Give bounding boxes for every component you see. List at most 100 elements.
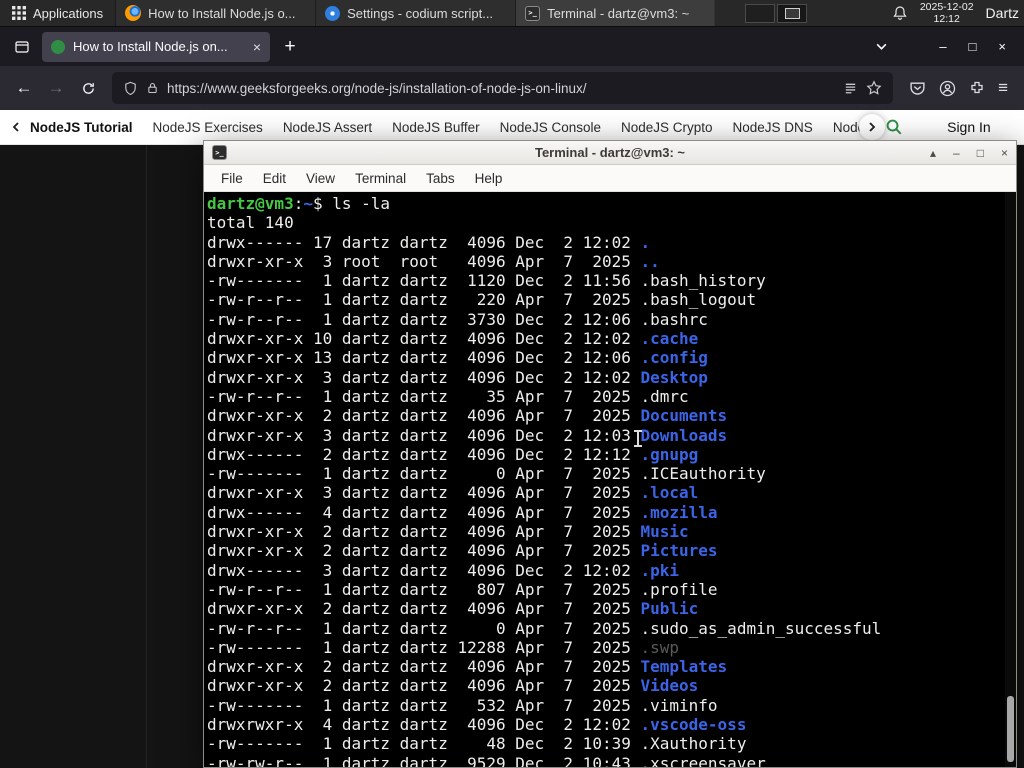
window-taskbar: How to Install Node.js o... Settings - c… [115, 0, 716, 26]
terminal-title-bar[interactable]: Terminal - dartz@vm3: ~ ▴ – □ × [204, 141, 1016, 165]
browser-window-controls: – □ × [929, 39, 1016, 54]
browser-tab-active[interactable]: How to Install Node.js on... × [42, 31, 270, 62]
applications-label: Applications [33, 5, 104, 21]
sign-in-button[interactable]: Sign In [947, 119, 991, 135]
chevron-left-icon [12, 122, 19, 132]
terminal-listing-line: drwxr-xr-x 2 dartz dartz 4096 Apr 7 2025… [207, 657, 728, 677]
terminal-listing-line: drwx------ 4 dartz dartz 4096 Apr 7 2025… [207, 502, 718, 522]
taskbar-item-firefox[interactable]: How to Install Node.js o... [115, 0, 316, 26]
browser-tab-bar: How to Install Node.js on... × + – □ × [0, 27, 1024, 66]
terminal-listing-line: -rw------- 1 dartz dartz 0 Apr 7 2025 .I… [207, 464, 766, 484]
terminal-listing-line: drwxr-xr-x 2 dartz dartz 4096 Apr 7 2025… [207, 541, 718, 561]
taskbar-item-terminal[interactable]: Terminal - dartz@vm3: ~ [515, 0, 716, 26]
terminal-scrollbar[interactable] [1005, 192, 1016, 767]
terminal-listing-line: -rw------- 1 dartz dartz 48 Dec 2 10:39 … [207, 734, 747, 754]
site-nav-item-exercises[interactable]: NodeJS Exercises [153, 120, 263, 135]
terminal-prompt-line: dartz@vm3:~$ ls -la [207, 194, 391, 213]
site-nav-item-crypto[interactable]: NodeJS Crypto [621, 120, 713, 135]
terminal-listing-line: drwx------ 3 dartz dartz 4096 Dec 2 12:0… [207, 560, 680, 580]
site-nav-item-tutorial[interactable]: NodeJS Tutorial [30, 120, 133, 135]
lock-icon[interactable] [146, 81, 159, 95]
terminal-listing-line: -rw-r--r-- 1 dartz dartz 220 Apr 7 2025 … [207, 290, 757, 310]
reload-button[interactable] [72, 72, 104, 104]
panel-tray: 2025-12-02 12:12 Dartz [892, 0, 1024, 26]
nav-scroll-left-button[interactable] [10, 121, 22, 133]
close-button[interactable]: × [1001, 146, 1008, 160]
terminal-listing-line: drwx------ 17 dartz dartz 4096 Dec 2 12:… [207, 232, 651, 252]
terminal-total-line: total 140 [207, 213, 294, 233]
menu-file[interactable]: File [211, 171, 253, 186]
nav-scroll-right-button[interactable] [859, 114, 886, 140]
mouse-cursor [634, 430, 642, 447]
terminal-listing-line: drwxr-xr-x 13 dartz dartz 4096 Dec 2 12:… [207, 348, 708, 368]
menu-view[interactable]: View [296, 171, 345, 186]
terminal-listing-line: drwx------ 2 dartz dartz 4096 Dec 2 12:1… [207, 444, 699, 464]
chevron-down-icon [876, 43, 887, 50]
workspace-2[interactable] [777, 3, 808, 23]
site-nav-item-buffer[interactable]: NodeJS Buffer [392, 120, 480, 135]
terminal-listing-line: -rw-r--r-- 1 dartz dartz 0 Apr 7 2025 .s… [207, 618, 882, 638]
clock[interactable]: 2025-12-02 12:12 [920, 1, 974, 25]
hamburger-menu-icon[interactable]: ≡ [998, 78, 1008, 98]
terminal-listing-line: drwxr-xr-x 2 dartz dartz 4096 Apr 7 2025… [207, 406, 728, 426]
terminal-listing-line: drwxr-xr-x 3 dartz dartz 4096 Apr 7 2025… [207, 483, 699, 503]
applications-menu-button[interactable]: Applications [0, 0, 115, 26]
user-menu[interactable]: Dartz [986, 5, 1019, 21]
extensions-puzzle-icon[interactable] [969, 80, 985, 96]
minimize-button[interactable]: – [939, 39, 946, 54]
menu-edit[interactable]: Edit [253, 171, 296, 186]
pocket-icon[interactable] [909, 80, 926, 97]
tab-close-icon[interactable]: × [253, 39, 261, 55]
site-nav-item-assert[interactable]: NodeJS Assert [283, 120, 372, 135]
search-icon [886, 119, 902, 135]
firefox-icon [125, 5, 142, 21]
settings-icon [325, 5, 341, 21]
bookmark-star-icon[interactable] [866, 80, 882, 96]
terminal-content[interactable]: dartz@vm3:~$ ls -la total 140 drwx------ 1… [204, 192, 1016, 767]
menu-help[interactable]: Help [465, 171, 513, 186]
terminal-listing-line: -rw-r--r-- 1 dartz dartz 807 Apr 7 2025 … [207, 579, 718, 599]
maximize-button[interactable]: □ [977, 146, 984, 160]
terminal-window-controls: ▴ – □ × [930, 146, 1008, 160]
url-bar[interactable]: https://www.geeksforgeeks.org/node-js/in… [112, 72, 894, 104]
minimize-button[interactable]: – [953, 146, 960, 160]
workspace-1[interactable] [745, 3, 776, 23]
terminal-scrollbar-thumb[interactable] [1007, 696, 1014, 762]
tracking-shield-icon[interactable] [123, 81, 138, 96]
back-button[interactable]: ← [8, 72, 40, 104]
taskbar-item-settings[interactable]: Settings - codium script... [315, 0, 516, 26]
site-nav-item-console[interactable]: NodeJS Console [500, 120, 601, 135]
terminal-listing-line: -rw------- 1 dartz dartz 1120 Dec 2 11:5… [207, 271, 766, 291]
terminal-listing-line: -rw------- 1 dartz dartz 12288 Apr 7 202… [207, 637, 680, 657]
site-search-button[interactable] [885, 118, 903, 136]
chevron-right-icon [869, 122, 876, 132]
list-all-tabs-button[interactable] [867, 33, 895, 61]
terminal-listing-line: -rw------- 1 dartz dartz 532 Apr 7 2025 … [207, 695, 718, 715]
terminal-listing-line: drwxr-xr-x 2 dartz dartz 4096 Apr 7 2025… [207, 599, 699, 619]
terminal-listing-line: -rw-r--r-- 1 dartz dartz 3730 Dec 2 12:0… [207, 309, 708, 329]
menu-terminal[interactable]: Terminal [345, 171, 416, 186]
terminal-window: Terminal - dartz@vm3: ~ ▴ – □ × File Edi… [203, 140, 1017, 768]
clock-date: 2025-12-02 [919, 1, 974, 13]
reader-view-icon[interactable] [843, 81, 858, 96]
close-button[interactable]: × [998, 39, 1006, 54]
firefox-view-button[interactable] [8, 33, 36, 61]
notification-bell-icon[interactable] [892, 5, 908, 21]
forward-button[interactable]: → [40, 72, 72, 104]
url-text[interactable]: https://www.geeksforgeeks.org/node-js/in… [167, 81, 835, 96]
maximize-button[interactable]: □ [969, 39, 977, 54]
terminal-listing-line: drwxrwxr-x 4 dartz dartz 4096 Dec 2 12:0… [207, 715, 747, 735]
terminal-listing-line: drwxr-xr-x 3 dartz dartz 4096 Dec 2 12:0… [207, 425, 728, 445]
taskbar-item-label: How to Install Node.js o... [148, 5, 296, 21]
terminal-listing-line: -rw-r--r-- 1 dartz dartz 35 Apr 7 2025 .… [207, 386, 689, 406]
terminal-listing-line: drwxr-xr-x 2 dartz dartz 4096 Apr 7 2025… [207, 522, 689, 542]
terminal-listing-line: drwxr-xr-x 3 dartz dartz 4096 Dec 2 12:0… [207, 367, 708, 387]
menu-tabs[interactable]: Tabs [416, 171, 465, 186]
terminal-menu-bar: File Edit View Terminal Tabs Help [204, 165, 1016, 192]
shade-button[interactable]: ▴ [930, 146, 936, 160]
account-icon[interactable] [939, 80, 956, 97]
site-nav-item-dns[interactable]: NodeJS DNS [733, 120, 813, 135]
new-tab-button[interactable]: + [276, 33, 304, 61]
workspace-switcher[interactable] [741, 0, 811, 26]
terminal-window-title: Terminal - dartz@vm3: ~ [534, 145, 686, 160]
